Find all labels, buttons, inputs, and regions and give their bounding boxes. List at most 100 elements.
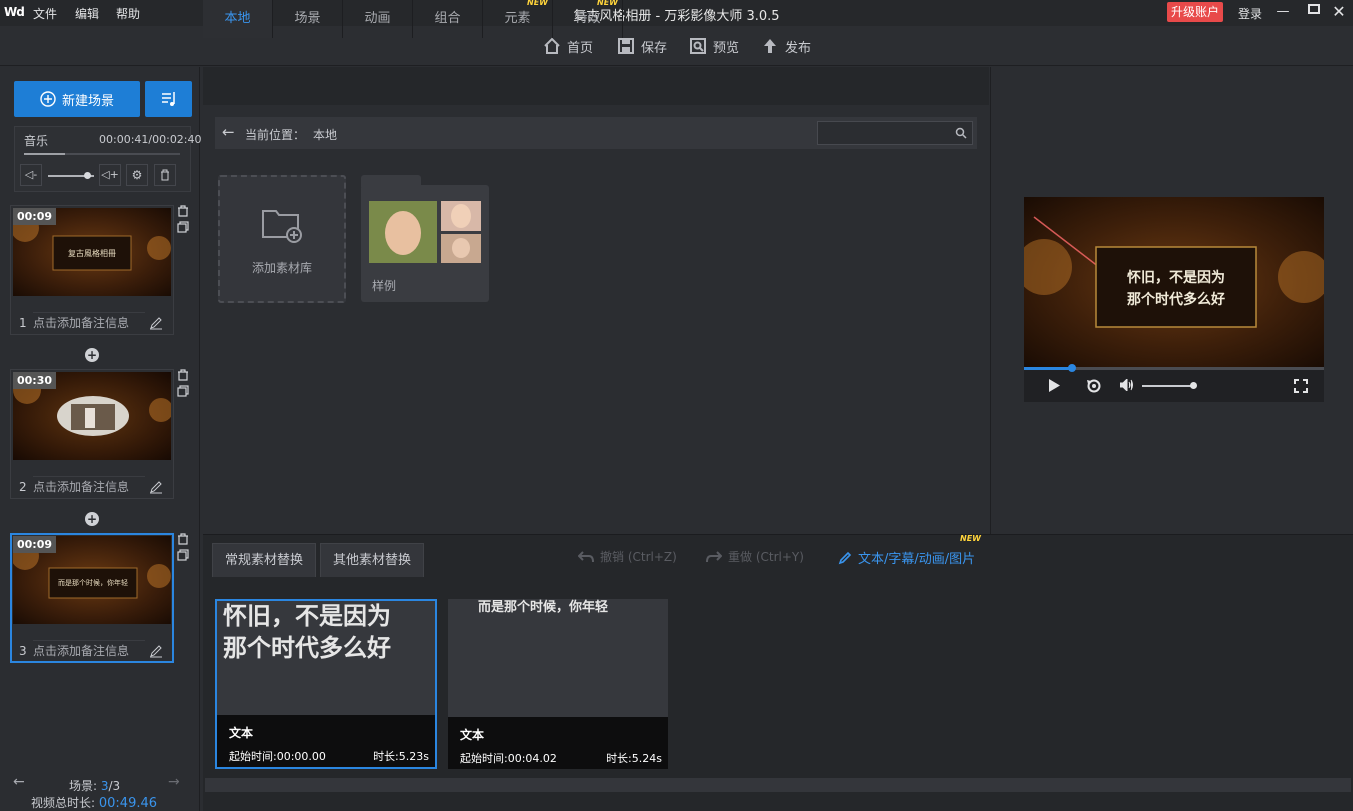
arrow-right-icon[interactable]: → xyxy=(168,774,180,790)
replay-icon[interactable] xyxy=(1086,378,1102,393)
publish-button[interactable]: 发布 xyxy=(761,36,811,56)
home-label: 首页 xyxy=(567,40,594,56)
card-text-line2: 那个时代多么好 xyxy=(223,633,391,662)
text-card-2[interactable]: 而是那个时候，你年轻 文本 起始时间:00:04.02 时长:5.24s xyxy=(448,599,668,769)
scene-duration: 00:09 xyxy=(13,208,57,225)
scene-card-3[interactable]: 而是那个时候，你年轻 00:09 3 点击添加备注信息 xyxy=(10,533,174,663)
horizontal-scrollbar[interactable] xyxy=(205,778,1351,792)
search-input[interactable] xyxy=(817,121,973,145)
publish-label: 发布 xyxy=(785,40,812,56)
undo-icon xyxy=(578,550,594,562)
new-scene-button[interactable]: 新建场景 xyxy=(14,81,140,117)
save-icon xyxy=(618,38,634,54)
volume-up-icon[interactable]: ◁+ xyxy=(99,164,121,186)
music-progress-track[interactable] xyxy=(24,153,180,155)
card-start-time: 起始时间:00:00.00 xyxy=(229,750,326,763)
scene-note[interactable]: 点击添加备注信息 xyxy=(33,640,145,660)
save-label: 保存 xyxy=(641,40,668,56)
music-settings-button[interactable] xyxy=(145,81,192,117)
volume-down-icon[interactable]: ◁- xyxy=(20,164,42,186)
copy-icon[interactable] xyxy=(177,385,189,397)
redo-button[interactable]: 重做 (Ctrl+Y) xyxy=(706,548,804,565)
tab-scene[interactable]: 场景 xyxy=(273,0,343,38)
scene-card-2[interactable]: 00:30 2 点击添加备注信息 xyxy=(10,369,174,499)
add-scene-icon[interactable]: + xyxy=(85,512,99,526)
scene-thumb-title: 复古風格相冊 xyxy=(68,249,116,258)
arrow-left-icon[interactable]: ← xyxy=(13,774,25,790)
sample-thumbnails xyxy=(369,201,481,263)
home-icon xyxy=(544,37,560,54)
copy-icon[interactable] xyxy=(177,549,189,561)
login-button[interactable]: 登录 xyxy=(1238,5,1262,22)
save-button[interactable]: 保存 xyxy=(617,36,667,56)
home-button[interactable]: 首页 xyxy=(543,36,593,56)
sample-folder[interactable]: 样例 xyxy=(361,185,489,302)
trash-icon[interactable] xyxy=(177,533,189,545)
video-preview[interactable]: 怀旧，不是因为 那个时代多么好 xyxy=(1024,197,1324,367)
gear-icon[interactable]: ⚙ xyxy=(126,164,148,186)
text-card-1[interactable]: 怀旧，不是因为 那个时代多么好 文本 起始时间:00:00.00 时长:5.23… xyxy=(215,599,437,769)
path-label: 当前位置： xyxy=(245,128,306,142)
scene-duration: 00:30 xyxy=(13,372,57,389)
undo-button[interactable]: 撤销 (Ctrl+Z) xyxy=(578,548,677,565)
library-tabs xyxy=(203,67,989,105)
upgrade-button[interactable]: 升级账户 xyxy=(1167,2,1223,22)
redo-label: 重做 (Ctrl+Y) xyxy=(728,550,804,564)
trash-icon xyxy=(161,169,169,181)
music-delete-button[interactable] xyxy=(154,164,176,186)
card-type: 文本 xyxy=(460,728,485,742)
video-caption-line1: 怀旧，不是因为 xyxy=(1127,270,1225,286)
add-scene-icon[interactable]: + xyxy=(85,348,99,362)
preview-button[interactable]: 预览 xyxy=(689,36,739,56)
tab-elements[interactable]: 元素 NEW xyxy=(483,0,553,38)
volume-icon[interactable] xyxy=(1120,379,1134,391)
card-start-time: 起始时间:00:04.02 xyxy=(460,752,557,765)
video-volume-slider[interactable] xyxy=(1142,385,1196,387)
card-footer: 文本 起始时间:00:00.00 时长:5.23s xyxy=(217,715,435,767)
scene-duration: 00:09 xyxy=(13,536,57,553)
new-badge: NEW xyxy=(527,0,548,7)
minimize-icon[interactable]: — xyxy=(1274,3,1292,21)
tab-effects[interactable]: 特效 NEW xyxy=(553,0,623,38)
path-value: 本地 xyxy=(313,128,338,142)
scene-note[interactable]: 点击添加备注信息 xyxy=(33,312,145,332)
close-icon[interactable]: ✕ xyxy=(1330,3,1348,21)
add-library-button[interactable]: 添加素材库 xyxy=(218,175,346,303)
back-arrow-icon[interactable]: ← xyxy=(222,123,235,141)
tab-regular-replace[interactable]: 常规素材替换 xyxy=(212,543,317,577)
new-scene-label: 新建场景 xyxy=(61,93,114,109)
music-progress-fill xyxy=(24,153,65,155)
tab-local[interactable]: 本地 xyxy=(203,0,273,38)
card-duration: 时长:5.23s xyxy=(373,750,429,763)
trash-icon[interactable] xyxy=(177,369,189,381)
video-caption: 怀旧，不是因为 那个时代多么好 xyxy=(1096,267,1256,311)
card-text-line1: 怀旧，不是因为 xyxy=(223,601,391,630)
total-duration-value: 00:49.46 xyxy=(98,796,158,811)
edit-icon[interactable] xyxy=(149,480,163,494)
play-icon[interactable] xyxy=(1048,379,1060,392)
scene-note[interactable]: 点击添加备注信息 xyxy=(33,476,145,496)
music-list-icon xyxy=(161,92,175,106)
tab-combination[interactable]: 组合 xyxy=(413,0,483,38)
tab-animation[interactable]: 动画 xyxy=(343,0,413,38)
scene-number: 3 xyxy=(19,644,27,658)
edit-icon[interactable] xyxy=(149,316,163,330)
video-progress-knob[interactable] xyxy=(1068,364,1076,372)
trash-icon[interactable] xyxy=(177,205,189,217)
fullscreen-icon[interactable] xyxy=(1294,379,1308,393)
scene-counter-total: /3 xyxy=(108,779,121,793)
maximize-icon[interactable] xyxy=(1305,3,1323,21)
search-icon[interactable] xyxy=(955,127,967,139)
video-volume-knob[interactable] xyxy=(1189,382,1197,389)
video-controls xyxy=(1024,364,1324,402)
edit-icon[interactable] xyxy=(149,644,163,658)
undo-label: 撤销 (Ctrl+Z) xyxy=(600,550,677,564)
preview-icon xyxy=(690,38,706,54)
copy-icon[interactable] xyxy=(177,221,189,233)
new-badge: NEW xyxy=(597,0,618,7)
scene-card-1[interactable]: 复古風格相冊 00:09 1 点击添加备注信息 xyxy=(10,205,174,335)
tab-other-replace[interactable]: 其他素材替换 xyxy=(320,543,425,577)
text-subtitle-link[interactable]: 文本/字幕/动画/图片 xyxy=(838,548,975,567)
scene-counter-label: 场景: xyxy=(69,779,98,793)
tab-elements-label: 元素 xyxy=(504,11,531,26)
